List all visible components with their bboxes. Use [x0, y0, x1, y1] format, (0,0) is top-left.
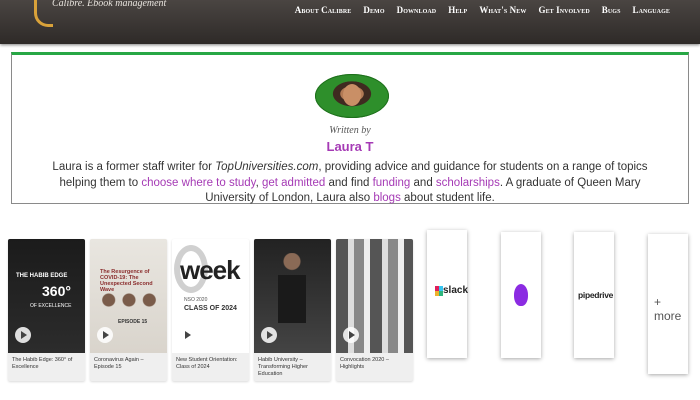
- play-icon[interactable]: [261, 327, 277, 343]
- nav-bugs[interactable]: Bugs: [602, 5, 621, 15]
- bio-text: Laura is a former staff writer for: [52, 161, 216, 173]
- blogs-link[interactable]: blogs: [373, 192, 401, 204]
- thumbnail-subtitle: NSO 2020: [184, 297, 208, 303]
- video-card[interactable]: THE HABIB EDGE 360° OF EXCELLENCE The Ha…: [8, 239, 85, 381]
- play-icon[interactable]: [343, 327, 359, 343]
- scholarships-link[interactable]: scholarships: [436, 177, 500, 189]
- slack-card[interactable]: slack: [427, 230, 469, 358]
- purple-logo-card[interactable]: [501, 232, 541, 358]
- thumbnail-big-text: 360°: [42, 283, 71, 299]
- nav-about[interactable]: About Calibre: [295, 5, 352, 15]
- slack-icon: [435, 286, 443, 296]
- bio-text: about student life.: [400, 192, 495, 204]
- speaker-photo: [278, 253, 306, 323]
- purple-logo-icon: [514, 284, 528, 306]
- video-caption: The Habib Edge: 360° of Excellence: [12, 357, 73, 370]
- nav-get-involved[interactable]: Get Involved: [538, 5, 589, 15]
- video-caption: Habib University – Transforming Higher E…: [258, 357, 308, 377]
- nav-whats-new[interactable]: What's New: [479, 5, 526, 15]
- video-card[interactable]: The Resurgence of COVID-19: The Unexpect…: [90, 239, 167, 381]
- speaker-photos: [100, 291, 158, 309]
- choose-where-to-study-link[interactable]: choose where to study: [141, 177, 255, 189]
- logo-text: Calibre. Ebook management: [52, 0, 167, 9]
- play-icon[interactable]: [179, 327, 195, 343]
- pipedrive-label: pipedrive: [578, 290, 614, 300]
- play-icon[interactable]: [97, 327, 113, 343]
- video-caption: Coronavirus Again – Episode 15: [94, 357, 144, 370]
- bio-text: and find: [325, 176, 373, 189]
- play-icon[interactable]: [15, 327, 31, 343]
- logo-c-icon: [34, 0, 53, 27]
- get-admitted-link[interactable]: get admitted: [262, 177, 325, 189]
- video-card[interactable]: Convocation 2020 – Highlights: [336, 239, 413, 381]
- nav-language[interactable]: Language: [633, 5, 670, 15]
- thumbnail-episode: EPISODE 15: [118, 319, 148, 325]
- bio-site-name: TopUniversities.com: [215, 161, 319, 173]
- pipedrive-card[interactable]: pipedrive: [574, 232, 614, 358]
- main-nav: About Calibre Demo Download Help What's …: [295, 5, 670, 15]
- bio-text: and: [410, 176, 436, 189]
- funding-link[interactable]: funding: [373, 177, 411, 189]
- slack-label: slack: [443, 285, 469, 296]
- author-avatar: [315, 74, 389, 118]
- nav-help[interactable]: Help: [448, 5, 467, 15]
- video-caption: New Student Orientation: Class of 2024: [176, 357, 238, 370]
- thumbnail-subtitle: OF EXCELLENCE: [30, 303, 72, 309]
- video-caption: Convocation 2020 – Highlights: [340, 357, 389, 370]
- thumbnail-big-text: week: [180, 255, 241, 285]
- video-card[interactable]: week NSO 2020 CLASS OF 2024 New Student …: [172, 239, 249, 381]
- thumbnail-title: The Resurgence of COVID-19: The Unexpect…: [100, 269, 153, 293]
- nav-demo[interactable]: Demo: [363, 5, 384, 15]
- top-navigation-bar: Calibre. Ebook management About Calibre …: [0, 0, 700, 44]
- more-label: + more: [654, 295, 682, 323]
- author-name-link[interactable]: Laura T: [0, 139, 700, 154]
- video-card[interactable]: Habib University – Transforming Higher E…: [254, 239, 331, 381]
- nav-download[interactable]: Download: [397, 5, 437, 15]
- author-photo: [343, 84, 361, 106]
- author-bio: Laura is a former staff writer for TopUn…: [40, 160, 660, 207]
- thumbnail-title: THE HABIB EDGE: [16, 273, 68, 279]
- written-by-label: Written by: [329, 125, 371, 136]
- thumbnail-class: CLASS OF 2024: [184, 305, 237, 312]
- more-card[interactable]: + more: [648, 234, 688, 374]
